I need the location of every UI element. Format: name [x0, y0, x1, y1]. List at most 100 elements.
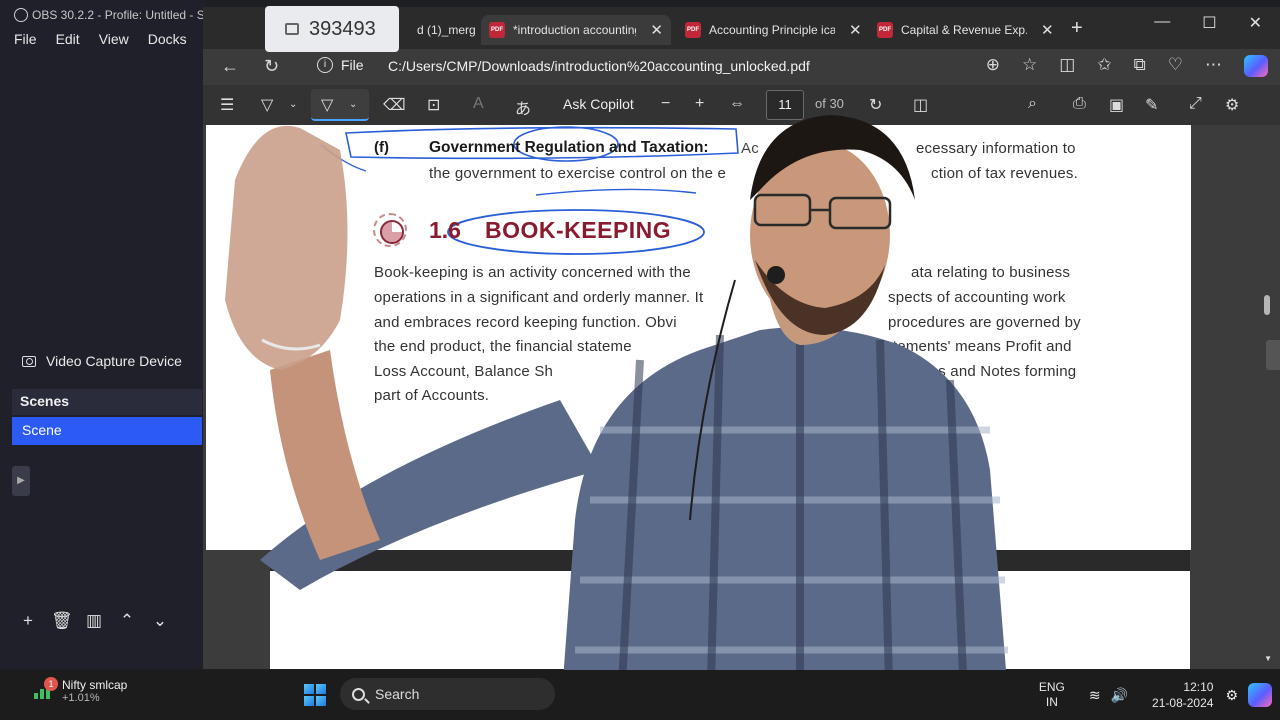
- tab-accounting-principle[interactable]: PDF Accounting Principle ica ✕: [685, 15, 862, 45]
- clock-time: 12:10: [1183, 680, 1214, 694]
- favorite-star-icon[interactable]: ☆: [1022, 55, 1037, 77]
- close-icon[interactable]: ✕: [650, 21, 663, 39]
- section-pie-icon: [373, 213, 407, 247]
- new-tab-icon[interactable]: +: [1071, 17, 1083, 40]
- rotate-icon[interactable]: ↻: [869, 95, 882, 115]
- windows-taskbar: 1 Nifty smlcap +1.01% Search ENG IN ≋ 🔊 …: [0, 670, 1280, 720]
- filter-scene-icon[interactable]: ▥: [84, 611, 104, 631]
- edge-browser-window: d (1)_merg ✕ PDF *introduction accountin…: [203, 7, 1280, 669]
- widget-value: +1.01%: [62, 692, 100, 704]
- file-label: File: [341, 57, 364, 73]
- split-screen-icon[interactable]: ◫: [1059, 55, 1075, 77]
- chevron-down-icon[interactable]: ⌄: [289, 99, 297, 110]
- refresh-icon[interactable]: ↻: [264, 56, 279, 77]
- pdf-toolbar: ☰ ▽ ⌄ ▽ ⌄ ⌫ ⊡ A あ Ask Copilot − + ⇔ 11 o…: [203, 85, 1280, 125]
- close-window-icon[interactable]: ✕: [1249, 13, 1262, 33]
- print-icon[interactable]: ⎙: [1073, 95, 1086, 113]
- minimize-icon[interactable]: —: [1154, 13, 1170, 33]
- move-down-icon[interactable]: ⌄: [150, 611, 170, 631]
- site-info[interactable]: i File: [317, 57, 364, 73]
- ask-copilot-button[interactable]: Ask Copilot: [563, 96, 634, 112]
- item-line1-right: ecessary information to: [916, 140, 1076, 157]
- zoom-in-icon[interactable]: +: [695, 95, 704, 113]
- scene-toolbar: + 🗑 ▥ ⌃ ⌄: [18, 611, 170, 631]
- text-box-icon[interactable]: ⊡: [427, 95, 440, 115]
- settings-icon[interactable]: ⚙: [1225, 687, 1238, 704]
- section-title: BOOK-KEEPING: [485, 217, 672, 243]
- paragraph-line: part of Accounts.: [374, 387, 490, 404]
- paragraph-line: Loss Account, Balance Sh: [374, 363, 554, 380]
- system-tray: ENG IN ≋ 🔊 12:10 21-08-2024 ⚙: [1039, 670, 1280, 720]
- fullscreen-icon[interactable]: ⤢: [1189, 95, 1202, 113]
- search-icon: [352, 687, 365, 701]
- page-number-input[interactable]: 11: [766, 90, 804, 120]
- obs-menubar: File Edit View Docks P: [14, 31, 215, 47]
- clock[interactable]: 12:10 21-08-2024: [1152, 679, 1213, 711]
- chevron-down-icon[interactable]: ⌄: [349, 99, 357, 110]
- collapse-handle-icon[interactable]: ▶: [12, 466, 30, 496]
- add-scene-icon[interactable]: +: [18, 611, 38, 631]
- copilot-icon[interactable]: [1244, 55, 1268, 77]
- item-heading-tail: Ac: [741, 140, 759, 157]
- taskbar-search[interactable]: Search: [340, 678, 555, 710]
- fit-page-icon[interactable]: ⇔: [729, 95, 745, 113]
- paragraph-line-right: hedules and Notes forming: [892, 363, 1077, 380]
- menu-file[interactable]: File: [14, 31, 37, 47]
- health-icon[interactable]: ♡: [1168, 55, 1183, 77]
- pdf-icon: PDF: [685, 22, 701, 38]
- counter-value: 393493: [309, 17, 376, 40]
- scrollbar-thumb[interactable]: [1264, 295, 1270, 315]
- menu-edit[interactable]: Edit: [56, 31, 80, 47]
- tab-capital-revenue[interactable]: PDF Capital & Revenue Exp. ✕: [877, 15, 1054, 45]
- paragraph-line: the end product, the financial stateme: [374, 338, 632, 355]
- menu-view[interactable]: View: [99, 31, 129, 47]
- item-heading: Government Regulation and Taxation:: [429, 139, 709, 156]
- translate-icon[interactable]: あ: [515, 95, 531, 119]
- widget-name: Nifty smlcap: [62, 678, 128, 692]
- back-icon[interactable]: ←: [221, 56, 239, 77]
- windows-start-icon[interactable]: [304, 684, 326, 706]
- page-total: of 30: [815, 96, 844, 111]
- lang-line1: ENG: [1038, 680, 1065, 694]
- more-icon[interactable]: ⋯: [1205, 55, 1222, 77]
- close-icon[interactable]: ✕: [1041, 21, 1054, 39]
- right-panel-handle[interactable]: [1266, 340, 1280, 370]
- address-bar: ← ↻ i File C:/Users/CMP/Downloads/introd…: [203, 49, 1280, 85]
- zoom-out-icon[interactable]: −: [661, 95, 670, 113]
- scene-list-item[interactable]: Scene: [12, 417, 202, 445]
- info-icon: i: [317, 57, 333, 73]
- scroll-down-icon[interactable]: ▼: [1264, 654, 1272, 663]
- paragraph-line-right: tatements' means Profit and: [880, 338, 1072, 355]
- pdf-viewer: (f) Government Regulation and Taxation: …: [203, 125, 1280, 669]
- contents-icon[interactable]: ☰: [220, 95, 234, 115]
- widget-badge: 1: [44, 677, 58, 691]
- save-icon[interactable]: ▣: [1109, 95, 1124, 115]
- zoom-icon[interactable]: ⊕: [986, 55, 1000, 77]
- url-text[interactable]: C:/Users/CMP/Downloads/introduction%20ac…: [388, 58, 810, 74]
- highlight-icon[interactable]: ▽: [321, 95, 333, 115]
- page-view-icon[interactable]: ◫: [913, 95, 928, 115]
- wifi-icon[interactable]: ≋: [1089, 687, 1101, 704]
- favorites-icon[interactable]: ✩: [1097, 55, 1111, 77]
- source-video-capture[interactable]: Video Capture Device: [22, 353, 182, 369]
- window-controls: — ☐ ✕: [1154, 13, 1262, 33]
- tab-introduction-accounting[interactable]: PDF *introduction accounting ✕: [481, 15, 671, 45]
- language-indicator[interactable]: ENG IN: [1039, 680, 1065, 710]
- save-as-icon[interactable]: ✎: [1145, 95, 1158, 115]
- paragraph-line: operations in a significant and orderly …: [374, 289, 704, 306]
- copilot-taskbar-icon[interactable]: [1248, 683, 1272, 707]
- volume-icon[interactable]: 🔊: [1111, 687, 1128, 704]
- settings-gear-icon[interactable]: ⚙: [1225, 95, 1239, 115]
- draw-icon[interactable]: ▽: [261, 95, 273, 115]
- read-aloud-icon[interactable]: A: [473, 95, 484, 113]
- widget-nifty[interactable]: 1 Nifty smlcap +1.01%: [34, 677, 128, 704]
- eraser-icon[interactable]: ⌫: [383, 95, 406, 115]
- close-icon[interactable]: ✕: [849, 21, 862, 39]
- camera-icon: [22, 355, 36, 367]
- move-up-icon[interactable]: ⌃: [117, 611, 137, 631]
- delete-scene-icon[interactable]: 🗑: [51, 611, 73, 631]
- menu-docks[interactable]: Docks: [148, 31, 187, 47]
- maximize-icon[interactable]: ☐: [1202, 13, 1216, 33]
- collections-icon[interactable]: ⧉: [1134, 55, 1146, 77]
- search-icon[interactable]: ⌕: [1028, 95, 1037, 113]
